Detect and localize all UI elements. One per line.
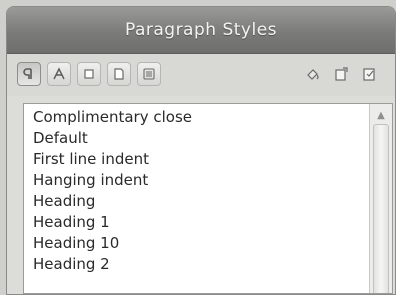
page-styles-icon (114, 68, 124, 80)
list-item[interactable]: Hanging indent (24, 170, 370, 191)
list-item[interactable]: First line indent (24, 149, 370, 170)
character-styles-button[interactable] (47, 62, 71, 86)
list-item[interactable]: Heading 10 (24, 233, 370, 254)
fill-format-mode-button[interactable] (301, 62, 325, 86)
vertical-scrollbar[interactable]: ▲ (369, 104, 392, 293)
list-item[interactable]: Heading 1 (24, 212, 370, 233)
page-styles-button[interactable] (107, 62, 131, 86)
character-styles-icon (53, 67, 65, 80)
list-styles-icon (143, 68, 155, 80)
list-item[interactable]: Complimentary close (24, 107, 370, 128)
scroll-up-arrow-icon[interactable]: ▲ (372, 107, 390, 123)
window-title: Paragraph Styles (124, 20, 278, 40)
fill-format-mode-icon (307, 69, 319, 80)
list-item[interactable]: Heading (24, 191, 370, 212)
frame-styles-icon (84, 69, 94, 79)
list-styles-button[interactable] (137, 62, 161, 86)
scrollbar-thumb[interactable] (373, 124, 389, 293)
list-item[interactable]: Heading 2 (24, 254, 370, 275)
styles-list-items: Complimentary close Default First line i… (24, 107, 370, 275)
paragraph-styles-list[interactable]: Complimentary close Default First line i… (23, 103, 393, 294)
update-style-button[interactable] (357, 62, 381, 86)
new-style-from-selection-icon (335, 67, 348, 81)
paragraph-styles-button[interactable] (17, 62, 41, 86)
new-style-from-selection-button[interactable] (329, 62, 353, 86)
paragraph-styles-window: Paragraph Styles Complimentary close Def… (6, 6, 396, 295)
frame-styles-button[interactable] (77, 62, 101, 86)
list-item[interactable]: Default (24, 128, 370, 149)
styles-toolbar (7, 54, 395, 96)
title-bar[interactable]: Paragraph Styles (7, 7, 395, 54)
update-style-icon (363, 68, 375, 81)
paragraph-styles-icon (23, 68, 32, 79)
